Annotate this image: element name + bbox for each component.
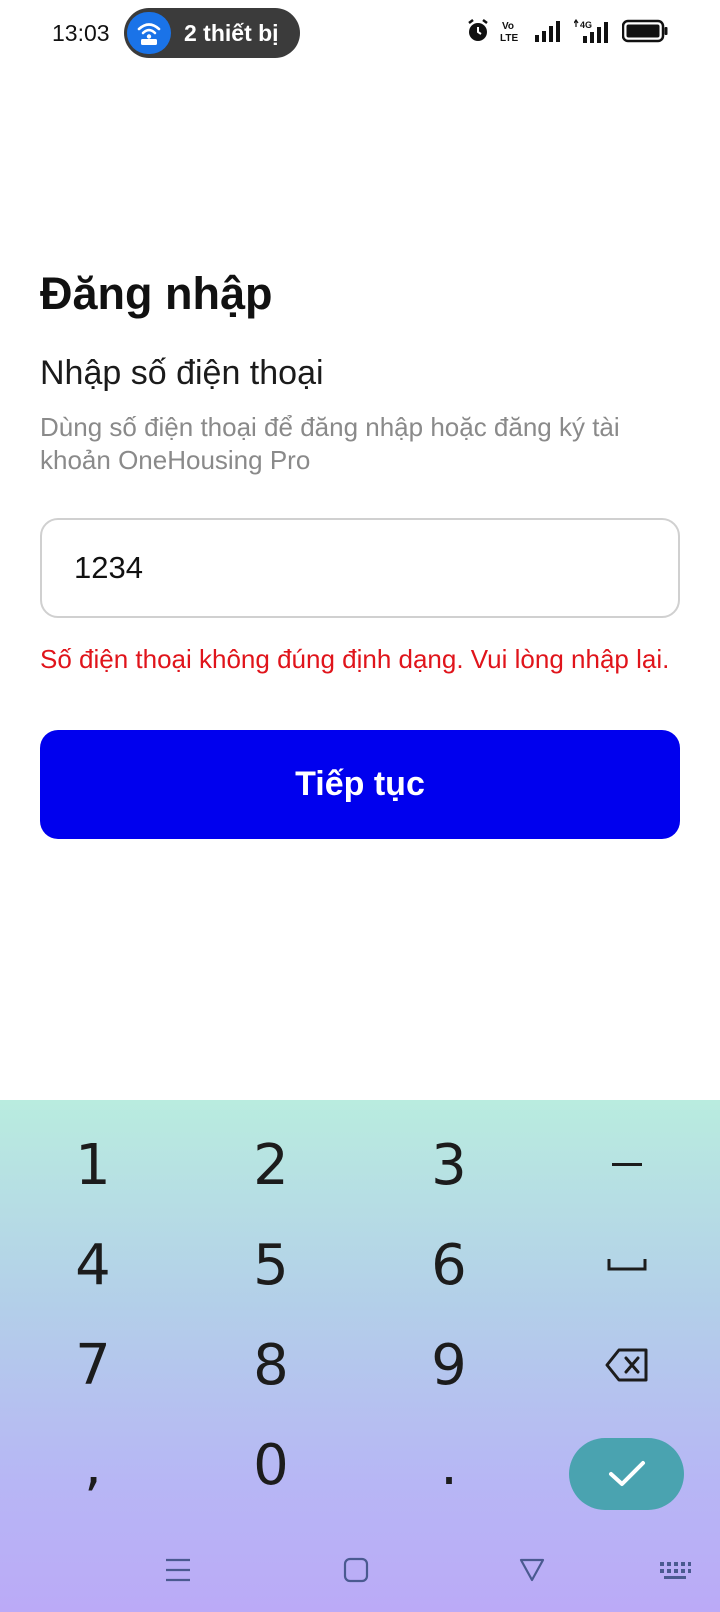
key-0[interactable]: 0 xyxy=(196,1420,346,1510)
key-7[interactable]: 7 xyxy=(18,1320,168,1410)
network-type-label: 4G xyxy=(580,20,592,30)
back-icon[interactable] xyxy=(518,1556,546,1589)
key-6[interactable]: 6 xyxy=(374,1220,524,1310)
key-4[interactable]: 4 xyxy=(18,1220,168,1310)
volte-top-label: Vo xyxy=(502,21,514,32)
home-icon[interactable] xyxy=(342,1556,370,1589)
key-3[interactable]: 3 xyxy=(374,1120,524,1210)
numeric-keyboard: 1 2 3 4 5 6 7 8 9 , 0 . xyxy=(0,1100,720,1612)
error-message: Số điện thoại không đúng định dạng. Vui … xyxy=(40,644,670,674)
key-dash[interactable] xyxy=(552,1120,702,1210)
key-comma[interactable]: , xyxy=(18,1420,168,1510)
hotspot-icon xyxy=(127,12,171,54)
continue-button[interactable]: Tiếp tục xyxy=(40,730,680,839)
key-5[interactable]: 5 xyxy=(196,1220,346,1310)
description: Dùng số điện thoại để đăng nhập hoặc đăn… xyxy=(40,412,620,475)
alarm-icon xyxy=(466,18,490,44)
menu-icon[interactable] xyxy=(164,1556,192,1589)
navigation-bar xyxy=(0,1540,720,1600)
subtitle: Nhập số điện thoại xyxy=(40,354,324,392)
status-bar: 13:03 2 thiết bị Vo LTE 4G xyxy=(0,0,720,66)
4g-signal-icon: 4G xyxy=(574,19,612,43)
key-space[interactable] xyxy=(552,1220,702,1310)
key-8[interactable]: 8 xyxy=(196,1320,346,1410)
key-1[interactable]: 1 xyxy=(18,1120,168,1210)
hotspot-pill[interactable]: 2 thiết bị xyxy=(124,8,300,58)
keyboard-icon[interactable] xyxy=(658,1556,692,1589)
battery-icon xyxy=(622,19,668,43)
key-2[interactable]: 2 xyxy=(196,1120,346,1210)
volte-icon: Vo LTE xyxy=(500,19,524,43)
volte-bottom-label: LTE xyxy=(500,33,518,43)
key-done[interactable] xyxy=(569,1438,684,1510)
checkmark-icon xyxy=(608,1461,645,1486)
space-icon xyxy=(607,1259,647,1271)
backspace-icon xyxy=(605,1348,648,1382)
status-icons: Vo LTE 4G xyxy=(466,18,668,44)
key-backspace[interactable] xyxy=(552,1320,702,1410)
signal-icon xyxy=(534,20,564,42)
key-9[interactable]: 9 xyxy=(374,1320,524,1410)
dash-icon xyxy=(612,1163,642,1166)
phone-input[interactable] xyxy=(40,518,680,618)
key-period[interactable]: . xyxy=(374,1420,524,1510)
status-time: 13:03 xyxy=(52,20,110,46)
hotspot-label: 2 thiết bị xyxy=(184,20,279,46)
page-title: Đăng nhập xyxy=(40,268,273,319)
